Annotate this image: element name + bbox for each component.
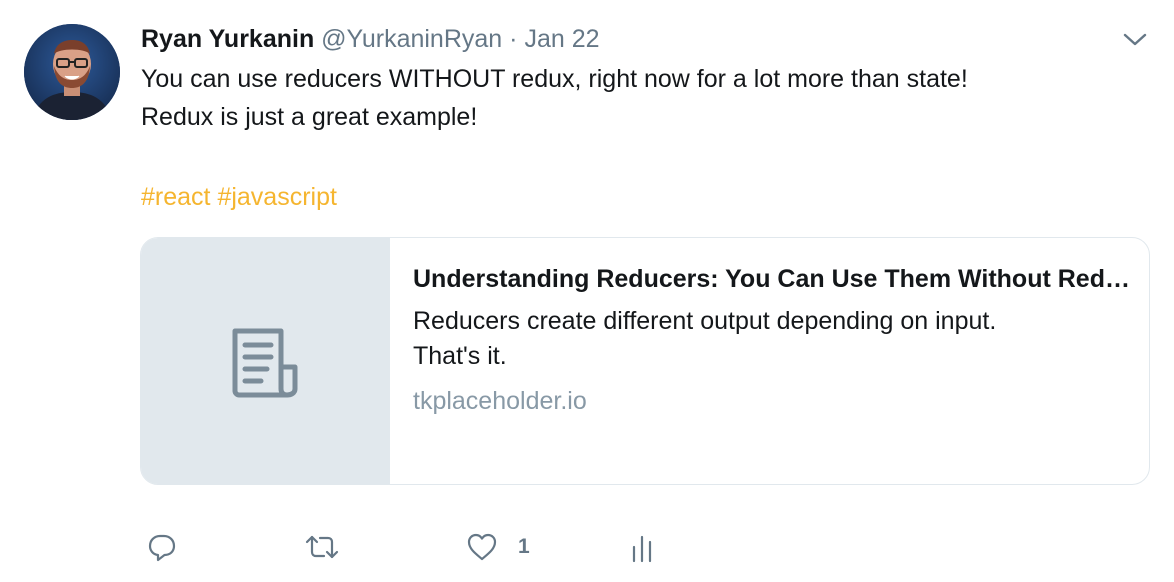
card-title: Understanding Reducers: You Can Use Them… <box>413 265 1133 293</box>
card-description-line: That's it. <box>413 342 507 370</box>
chevron-down-icon[interactable] <box>1122 30 1148 50</box>
author-handle[interactable]: @YurkaninRyan <box>321 25 502 53</box>
hashtag-link[interactable]: #react <box>141 183 210 211</box>
separator-dot: · <box>509 25 518 53</box>
document-icon <box>232 328 298 398</box>
card-thumbnail <box>141 238 390 484</box>
hashtag-link[interactable]: #javascript <box>217 183 337 211</box>
tweet: Ryan Yurkanin @YurkaninRyan · Jan 22 You… <box>0 0 1174 582</box>
author-name[interactable]: Ryan Yurkanin <box>141 25 314 53</box>
retweet-button[interactable] <box>303 525 341 569</box>
like-count: 1 <box>518 535 530 558</box>
tweet-date[interactable]: Jan 22 <box>524 25 599 53</box>
like-button[interactable]: 1 <box>466 525 530 569</box>
reply-button[interactable] <box>146 525 178 569</box>
card-description: Reducers create different output dependi… <box>413 304 1133 374</box>
hashtags: #react #javascript <box>141 180 337 214</box>
tweet-text-line: Redux is just a great example! <box>141 103 478 131</box>
tweet-header: Ryan Yurkanin @YurkaninRyan · Jan 22 <box>141 22 600 56</box>
tweet-text: You can use reducers WITHOUT redux, righ… <box>141 60 1131 136</box>
analytics-button[interactable] <box>630 525 654 569</box>
analytics-icon <box>632 535 652 563</box>
avatar[interactable] <box>24 24 120 120</box>
card-domain: tkplaceholder.io <box>413 387 587 415</box>
heart-icon <box>467 533 497 561</box>
card-content: Understanding Reducers: You Can Use Them… <box>413 260 1133 418</box>
card-description-line: Reducers create different output dependi… <box>413 307 997 335</box>
tweet-text-line: You can use reducers WITHOUT redux, righ… <box>141 65 968 93</box>
reply-icon <box>148 534 176 562</box>
link-card[interactable]: Understanding Reducers: You Can Use Them… <box>140 237 1150 485</box>
tweet-actions: 1 <box>0 525 1174 569</box>
retweet-icon <box>305 535 339 559</box>
